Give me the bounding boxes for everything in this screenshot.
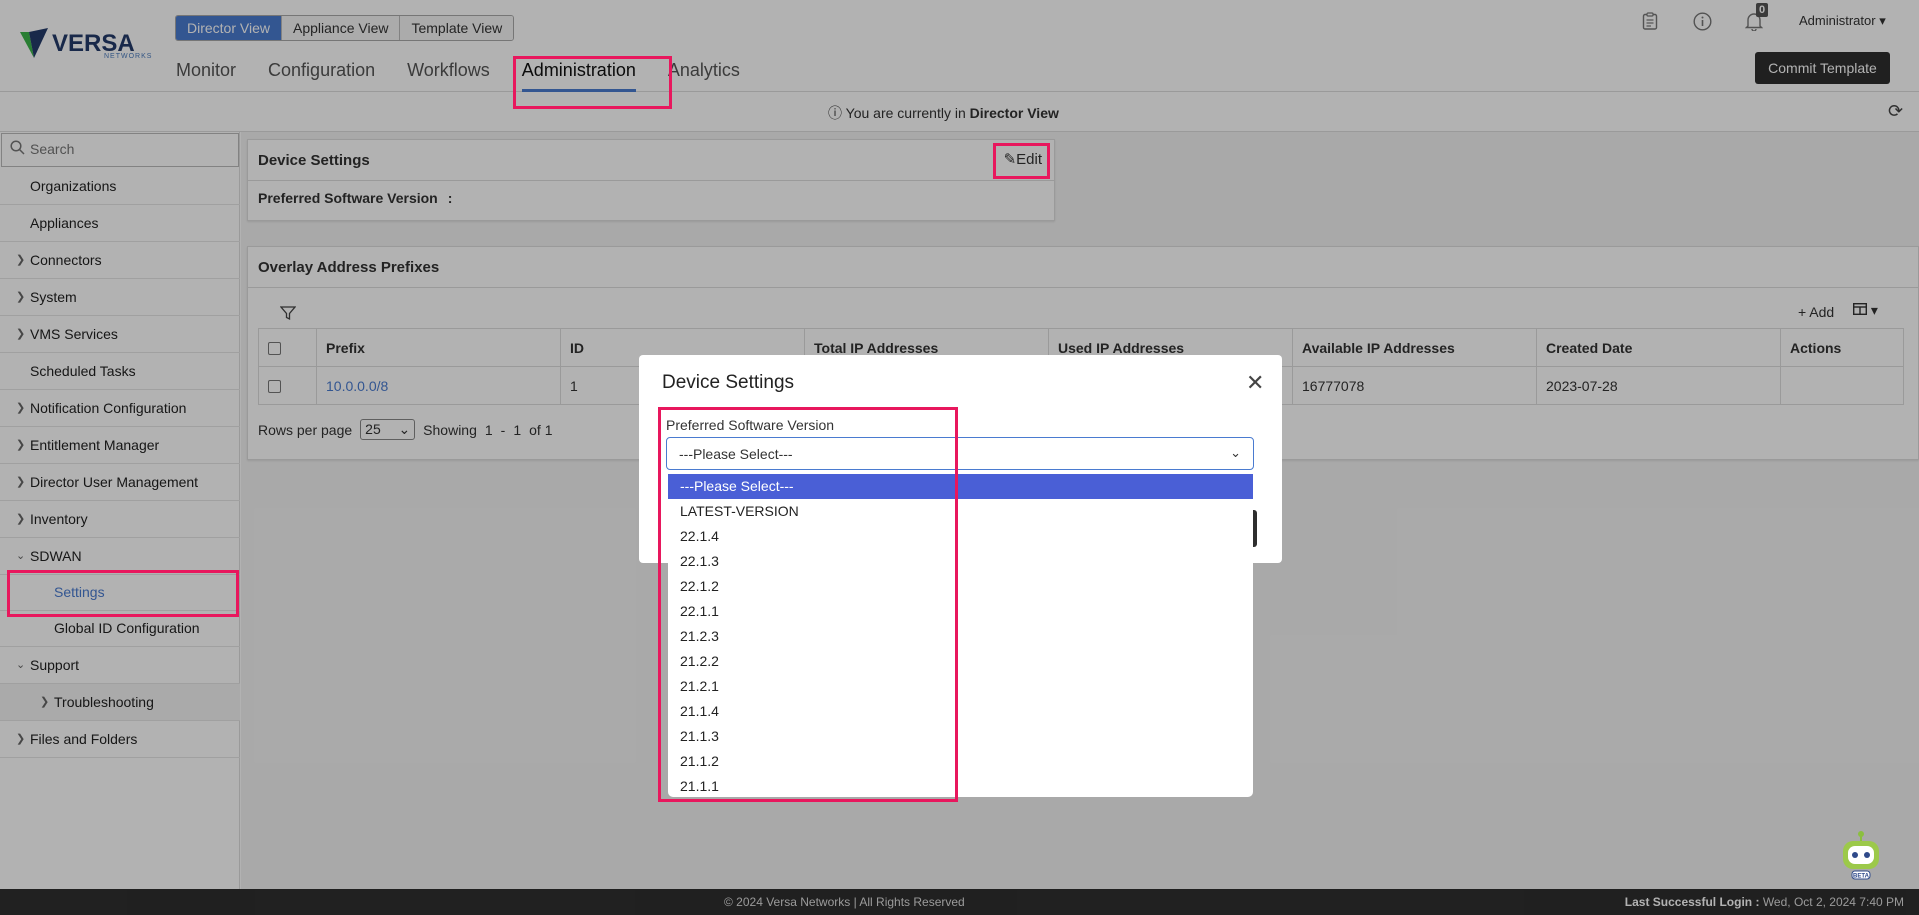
chevron-down-icon: ⌄ <box>1230 445 1241 460</box>
assistant-bot-icon[interactable]: BETA <box>1835 829 1887 881</box>
close-icon[interactable]: ✕ <box>1246 370 1264 396</box>
highlight-administration-tab <box>513 56 672 109</box>
highlight-edit-button <box>993 143 1050 179</box>
modal-title: Device Settings <box>662 372 795 393</box>
svg-text:BETA: BETA <box>1853 874 1870 880</box>
highlight-version-dropdown <box>658 407 958 802</box>
highlight-settings-item <box>7 570 239 617</box>
